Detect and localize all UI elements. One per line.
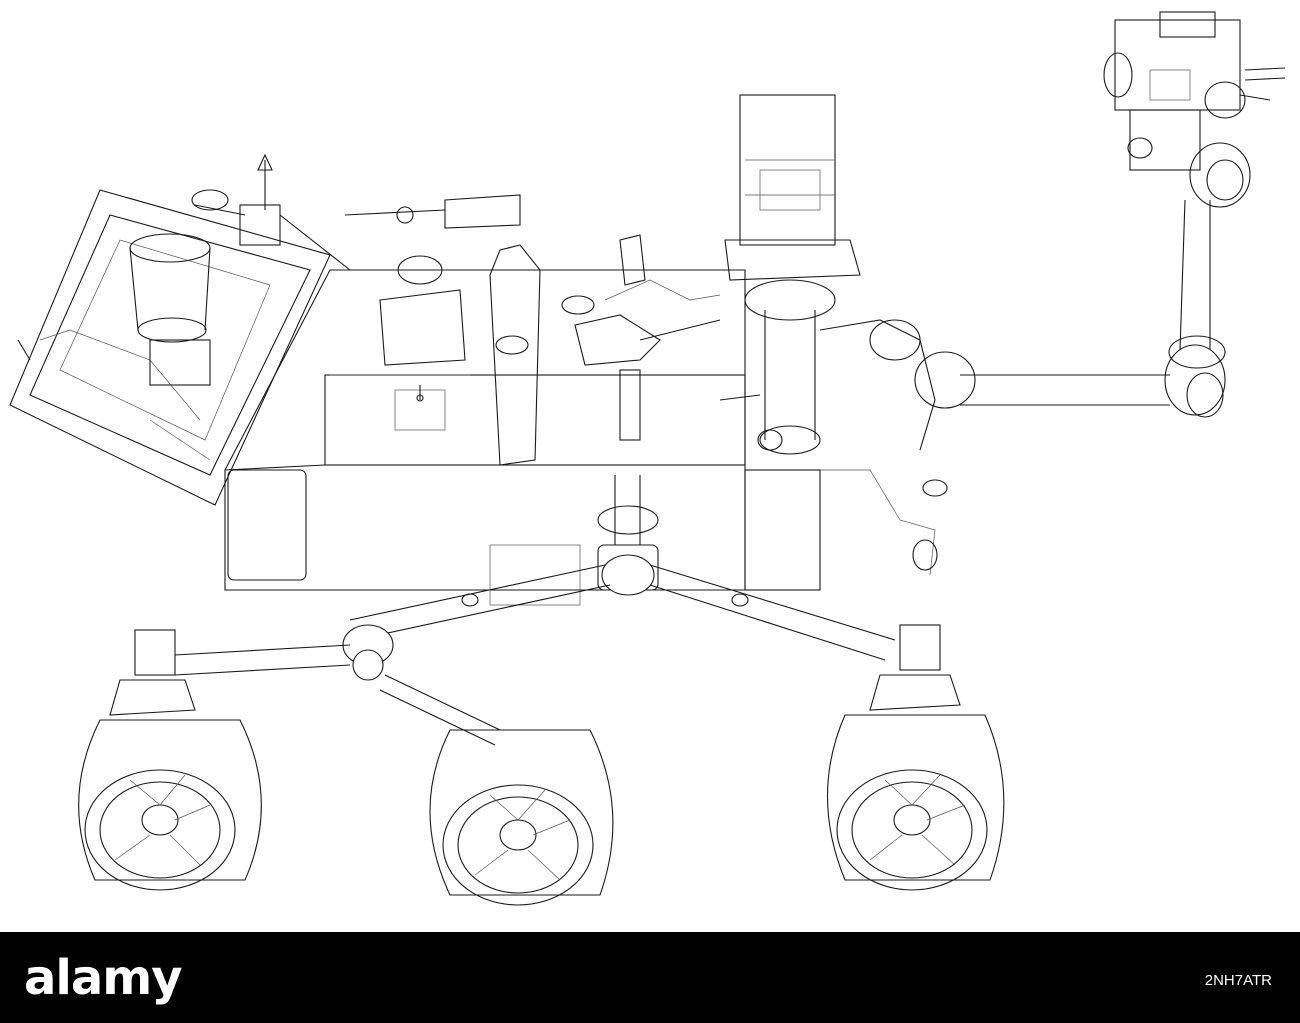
arm-turret xyxy=(1103,11,1286,208)
rear-mast xyxy=(191,153,351,271)
suspension xyxy=(174,475,896,746)
front-instrument-tower xyxy=(719,94,976,591)
rear-panel xyxy=(9,189,331,506)
stock-image-page: alamy 2NH7ATR xyxy=(0,0,1300,1023)
rover-wireframe-illustration xyxy=(0,0,1300,932)
brand-logo[interactable]: alamy xyxy=(24,950,183,1006)
deck-equipment xyxy=(344,194,721,466)
rover-body xyxy=(224,269,746,606)
wheel-front xyxy=(826,624,1005,891)
watermark-footer: alamy 2NH7ATR xyxy=(0,932,1300,1023)
robotic-arm xyxy=(960,199,1226,418)
wheel-middle xyxy=(429,729,614,906)
wheel-rear xyxy=(78,629,262,891)
power-canister xyxy=(129,233,211,386)
image-id-label: 2NH7ATR xyxy=(1204,972,1272,989)
